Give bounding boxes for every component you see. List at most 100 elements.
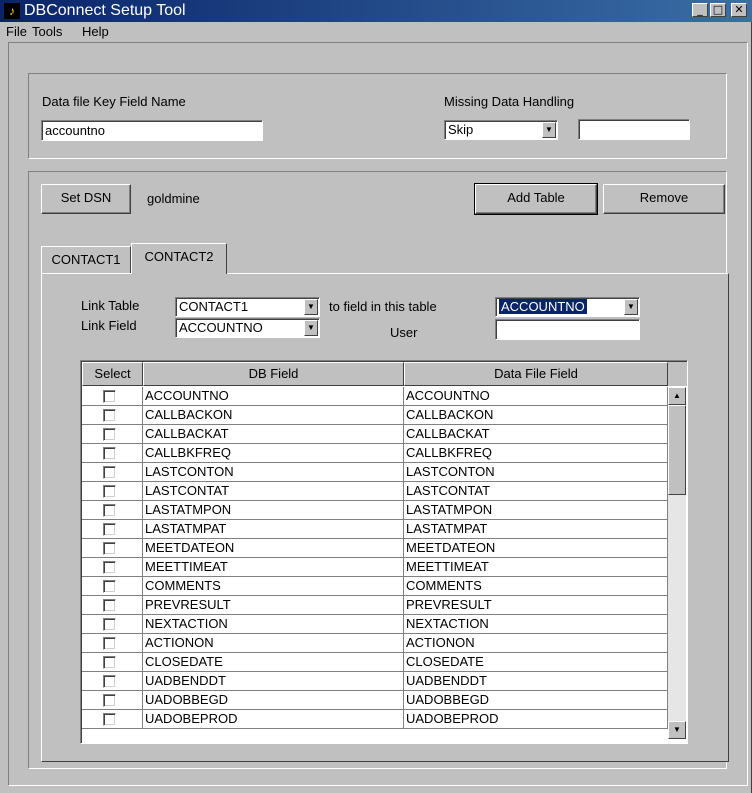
table-row[interactable]: MEETDATEON MEETDATEON [82, 539, 668, 558]
menu-help[interactable]: Help [82, 22, 109, 42]
data-file-field-cell[interactable]: CLOSEDATE [404, 653, 668, 672]
data-file-field-cell[interactable]: UADBENDDT [404, 672, 668, 691]
data-file-field-cell[interactable]: ACCOUNTNO [404, 387, 668, 406]
db-field-cell[interactable]: ACCOUNTNO [143, 387, 404, 406]
select-checkbox[interactable] [103, 561, 116, 574]
column-header-db-field[interactable]: DB Field [143, 362, 404, 386]
select-checkbox[interactable] [103, 409, 116, 422]
table-row[interactable]: UADOBBEGD UADOBBEGD [82, 691, 668, 710]
missing-data-extra-input[interactable] [578, 119, 690, 140]
table-row[interactable]: UADBENDDT UADBENDDT [82, 672, 668, 691]
column-header-select[interactable]: Select [82, 362, 143, 386]
data-file-field-cell[interactable]: LASTATMPAT [404, 520, 668, 539]
table-row[interactable]: ACTIONON ACTIONON [82, 634, 668, 653]
table-row[interactable]: COMMENTS COMMENTS [82, 577, 668, 596]
select-checkbox[interactable] [103, 504, 116, 517]
link-field-select[interactable]: ACCOUNTNO ▼ [175, 318, 320, 338]
tab-contact1[interactable]: CONTACT1 [41, 246, 131, 274]
data-file-field-cell[interactable]: CALLBACKON [404, 406, 668, 425]
db-field-cell[interactable]: CLOSEDATE [143, 653, 404, 672]
table-row[interactable]: UADOBEPROD UADOBEPROD [82, 710, 668, 729]
select-checkbox[interactable] [103, 447, 116, 460]
data-file-field-cell[interactable]: NEXTACTION [404, 615, 668, 634]
table-row[interactable]: PREVRESULT PREVRESULT [82, 596, 668, 615]
data-file-field-cell[interactable]: MEETDATEON [404, 539, 668, 558]
data-file-field-cell[interactable]: UADOBBEGD [404, 691, 668, 710]
select-checkbox[interactable] [103, 656, 116, 669]
db-field-cell[interactable]: UADBENDDT [143, 672, 404, 691]
db-field-cell[interactable]: MEETTIMEAT [143, 558, 404, 577]
chevron-down-icon[interactable]: ▼ [304, 320, 318, 336]
db-field-cell[interactable]: CALLBACKON [143, 406, 404, 425]
select-checkbox[interactable] [103, 390, 116, 403]
table-row[interactable]: MEETTIMEAT MEETTIMEAT [82, 558, 668, 577]
menu-file[interactable]: File [6, 22, 27, 42]
select-checkbox[interactable] [103, 466, 116, 479]
chevron-down-icon[interactable]: ▼ [304, 299, 318, 315]
link-table-select[interactable]: CONTACT1 ▼ [175, 297, 320, 317]
select-checkbox[interactable] [103, 580, 116, 593]
table-row[interactable]: CALLBACKAT CALLBACKAT [82, 425, 668, 444]
user-input[interactable] [495, 319, 640, 340]
missing-data-select[interactable]: Skip ▼ [444, 120, 558, 140]
db-field-cell[interactable]: CALLBKFREQ [143, 444, 404, 463]
table-row[interactable]: LASTATMPON LASTATMPON [82, 501, 668, 520]
db-field-cell[interactable]: LASTCONTAT [143, 482, 404, 501]
scroll-up-icon[interactable]: ▲ [668, 387, 686, 405]
db-field-cell[interactable]: NEXTACTION [143, 615, 404, 634]
minimize-button[interactable]: _ [692, 3, 708, 17]
close-button[interactable]: ✕ [731, 3, 747, 17]
tab-contact2[interactable]: CONTACT2 [131, 243, 227, 274]
scroll-thumb[interactable] [668, 405, 686, 495]
data-file-field-cell[interactable]: CALLBACKAT [404, 425, 668, 444]
db-field-cell[interactable]: COMMENTS [143, 577, 404, 596]
table-row[interactable]: LASTCONTON LASTCONTON [82, 463, 668, 482]
chevron-down-icon[interactable]: ▼ [624, 299, 638, 315]
table-row[interactable]: CALLBKFREQ CALLBKFREQ [82, 444, 668, 463]
title-bar[interactable]: ♪ DBConnect Setup Tool _ □ ✕ [0, 0, 752, 22]
vertical-scrollbar[interactable]: ▲ ▼ [668, 387, 686, 739]
db-field-cell[interactable]: ACTIONON [143, 634, 404, 653]
menu-tools[interactable]: Tools [32, 22, 62, 42]
table-row[interactable]: CLOSEDATE CLOSEDATE [82, 653, 668, 672]
select-checkbox[interactable] [103, 599, 116, 612]
column-header-data-file-field[interactable]: Data File Field [404, 362, 668, 386]
data-file-field-cell[interactable]: ACTIONON [404, 634, 668, 653]
select-checkbox[interactable] [103, 637, 116, 650]
table-row[interactable]: LASTATMPAT LASTATMPAT [82, 520, 668, 539]
select-checkbox[interactable] [103, 713, 116, 726]
data-file-field-cell[interactable]: COMMENTS [404, 577, 668, 596]
select-checkbox[interactable] [103, 428, 116, 441]
db-field-cell[interactable]: LASTATMPON [143, 501, 404, 520]
data-file-field-cell[interactable]: PREVRESULT [404, 596, 668, 615]
db-field-cell[interactable]: MEETDATEON [143, 539, 404, 558]
table-row[interactable]: ACCOUNTNO ACCOUNTNO [82, 387, 668, 406]
table-row[interactable]: CALLBACKON CALLBACKON [82, 406, 668, 425]
select-checkbox[interactable] [103, 675, 116, 688]
data-file-field-cell[interactable]: CALLBKFREQ [404, 444, 668, 463]
data-file-field-cell[interactable]: UADOBEPROD [404, 710, 668, 729]
scroll-down-icon[interactable]: ▼ [668, 721, 686, 739]
add-table-button[interactable]: Add Table [474, 183, 598, 215]
db-field-cell[interactable]: UADOBBEGD [143, 691, 404, 710]
data-file-field-cell[interactable]: LASTCONTAT [404, 482, 668, 501]
table-row[interactable]: NEXTACTION NEXTACTION [82, 615, 668, 634]
select-checkbox[interactable] [103, 523, 116, 536]
select-checkbox[interactable] [103, 542, 116, 555]
remove-button[interactable]: Remove [603, 184, 725, 214]
db-field-cell[interactable]: UADOBEPROD [143, 710, 404, 729]
data-file-field-cell[interactable]: MEETTIMEAT [404, 558, 668, 577]
data-file-field-cell[interactable]: LASTCONTON [404, 463, 668, 482]
db-field-cell[interactable]: LASTCONTON [143, 463, 404, 482]
select-checkbox[interactable] [103, 618, 116, 631]
db-field-cell[interactable]: CALLBACKAT [143, 425, 404, 444]
table-row[interactable]: LASTCONTAT LASTCONTAT [82, 482, 668, 501]
db-field-cell[interactable]: PREVRESULT [143, 596, 404, 615]
set-dsn-button[interactable]: Set DSN [41, 184, 131, 214]
maximize-button[interactable]: □ [710, 3, 726, 17]
db-field-cell[interactable]: LASTATMPAT [143, 520, 404, 539]
chevron-down-icon[interactable]: ▼ [542, 122, 556, 138]
key-field-input[interactable]: accountno [41, 120, 263, 141]
select-checkbox[interactable] [103, 694, 116, 707]
to-field-select[interactable]: ACCOUNTNO ▼ [495, 297, 640, 317]
